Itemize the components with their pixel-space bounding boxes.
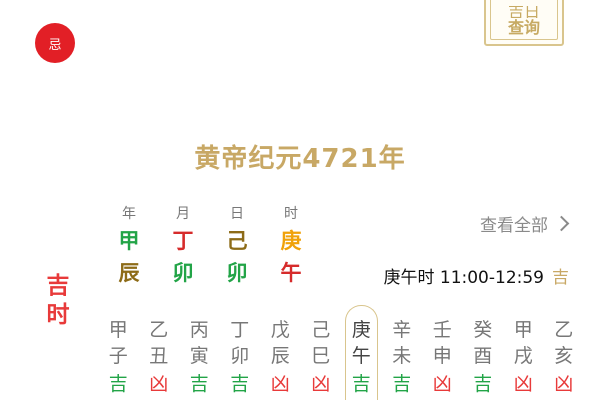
hour-item[interactable]: 乙亥凶 [544, 305, 585, 399]
hour-stem: 丁 [230, 319, 250, 341]
pillar-label: 年 [122, 206, 136, 222]
hour-luck: 吉 [473, 373, 493, 395]
pillar-label: 月 [176, 206, 190, 222]
hour-item[interactable]: 戊辰凶 [260, 305, 301, 399]
pillar-stem: 己 [226, 229, 248, 253]
query-seal-line1: 吉日 [507, 6, 540, 18]
hour-branch: 寅 [189, 345, 209, 367]
current-hour-luck: 吉 [552, 268, 569, 288]
hour-stem: 乙 [149, 319, 169, 341]
current-hour-range: 11:00-12:59 [439, 268, 544, 288]
hour-item[interactable]: 辛未吉 [382, 305, 423, 399]
hour-stem: 辛 [392, 319, 412, 341]
era-title: 黄帝纪元4721年 [194, 144, 406, 174]
hour-stem: 己 [311, 319, 331, 341]
current-hour-name: 庚午时 [383, 268, 435, 288]
hour-stem: 壬 [432, 319, 452, 341]
hour-luck: 凶 [432, 373, 452, 395]
hour-item[interactable]: 乙丑凶 [139, 305, 180, 399]
hour-item[interactable]: 癸酉吉 [463, 305, 504, 399]
hour-stem: 丙 [189, 319, 209, 341]
hour-item[interactable]: 甲戌凶 [503, 305, 544, 399]
hour-branch: 戌 [513, 345, 533, 367]
pillar-branch: 卯 [226, 261, 248, 285]
hour-item[interactable]: 丙寅吉 [179, 305, 220, 399]
query-seal-line2: 查询 [507, 18, 540, 37]
hour-branch: 辰 [270, 345, 290, 367]
hour-item[interactable]: 己巳凶 [301, 305, 342, 399]
hour-luck: 吉 [230, 373, 250, 395]
hour-luck: 吉 [392, 373, 412, 395]
hour-branch: 卯 [230, 345, 250, 367]
hour-luck: 吉 [108, 373, 128, 395]
hour-branch: 申 [432, 345, 452, 367]
hour-list: 甲子吉乙丑凶丙寅吉丁卯吉戊辰凶己巳凶庚午吉辛未吉壬申凶癸酉吉甲戌凶乙亥凶 [98, 305, 585, 400]
hour-item-selected[interactable]: 庚午吉 [341, 305, 382, 400]
pillar-branch: 午 [280, 261, 302, 285]
hour-branch: 午 [351, 345, 371, 367]
pillar-stem: 庚 [280, 229, 302, 253]
view-all-link[interactable]: 查看全部 [480, 211, 570, 236]
hour-stem: 庚 [351, 319, 371, 341]
hour-luck: 凶 [149, 373, 169, 395]
hour-branch: 未 [392, 345, 412, 367]
pillar-stem: 甲 [118, 229, 140, 253]
chevron-right-icon [553, 215, 570, 232]
hour-stem: 甲 [513, 319, 533, 341]
hour-item[interactable]: 壬申凶 [422, 305, 463, 399]
hour-luck: 吉 [351, 373, 371, 395]
hour-item[interactable]: 甲子吉 [98, 305, 139, 399]
hour-luck: 吉 [189, 373, 209, 395]
hour-branch: 亥 [554, 345, 574, 367]
hour-item[interactable]: 丁卯吉 [220, 305, 261, 399]
pillar-stem: 丁 [172, 229, 194, 253]
hour-branch: 丑 [149, 345, 169, 367]
hour-luck: 凶 [554, 373, 574, 395]
hour-luck: 凶 [311, 373, 331, 395]
view-all-label: 查看全部 [480, 216, 548, 236]
bazi-pillars: 年 月 日 时甲 丁 己 庚辰 卯 卯 午 [102, 203, 318, 289]
almanac-page: 忌 吉日 查询 黄帝纪元4721年 年月日时甲丁己庚辰卯卯午 查看全部 吉时 庚… [0, 0, 600, 400]
hour-stem: 乙 [554, 319, 574, 341]
hour-stem: 甲 [108, 319, 128, 341]
pillar-label: 时 [284, 206, 298, 222]
pillar-branch: 卯 [172, 261, 194, 285]
day-luck-label: 吉时 [46, 273, 70, 328]
current-hour-info: 庚午时 11:00-12:59 吉 [383, 263, 569, 288]
hour-luck: 凶 [270, 373, 290, 395]
avoid-badge[interactable]: 忌 [35, 23, 75, 63]
auspicious-day-query-button[interactable]: 吉日 查询 [484, 0, 564, 46]
hour-stem: 癸 [473, 319, 493, 341]
hour-luck: 凶 [513, 373, 533, 395]
hour-branch: 子 [108, 345, 128, 367]
query-seal-frame: 吉日 查询 [490, 0, 558, 40]
pillar-branch: 辰 [118, 261, 140, 285]
hour-branch: 巳 [311, 345, 331, 367]
hour-branch: 酉 [473, 345, 493, 367]
pillar-label: 日 [230, 206, 244, 222]
hour-stem: 戊 [270, 319, 290, 341]
